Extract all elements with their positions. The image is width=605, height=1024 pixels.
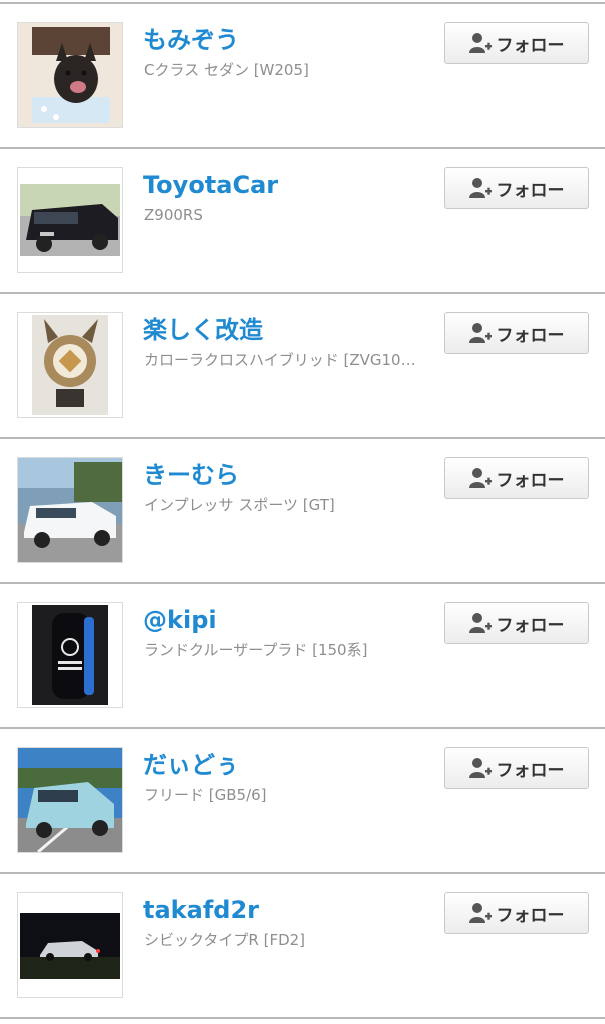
car-name[interactable]: フリード [GB5/6] [144, 785, 434, 805]
user-row: だぃどぅ フリード [GB5/6] フォロー [0, 729, 605, 874]
follow-user-list: もみぞう Cクラス セダン [W205] フォロー ToyotaCar Z900… [0, 4, 605, 1019]
user-avatar[interactable] [17, 312, 123, 418]
user-name[interactable]: @kipi [143, 606, 217, 634]
add-user-icon [468, 178, 492, 198]
user-avatar[interactable] [17, 602, 123, 708]
follow-label: フォロー [496, 180, 565, 201]
follow-button[interactable]: フォロー [444, 457, 589, 499]
user-avatar[interactable] [17, 892, 123, 998]
add-user-icon [468, 323, 492, 343]
user-row: 楽しく改造 カローラクロスハイブリッド [ZVG10… フォロー [0, 294, 605, 439]
follow-button[interactable]: フォロー [444, 602, 589, 644]
follow-button[interactable]: フォロー [444, 892, 589, 934]
add-user-icon [468, 33, 492, 53]
follow-label: フォロー [496, 470, 565, 491]
follow-label: フォロー [496, 760, 565, 781]
car-name[interactable]: Z900RS [144, 205, 434, 225]
user-row: @kipi ランドクルーザープラド [150系] フォロー [0, 584, 605, 729]
user-avatar[interactable] [17, 747, 123, 853]
follow-label: フォロー [496, 615, 565, 636]
user-name[interactable]: もみぞう [143, 26, 239, 54]
car-name[interactable]: ランドクルーザープラド [150系] [144, 640, 434, 660]
follow-label: フォロー [496, 35, 565, 56]
user-row: もみぞう Cクラス セダン [W205] フォロー [0, 4, 605, 149]
user-name[interactable]: ToyotaCar [143, 171, 278, 199]
user-row: takafd2r シビックタイプR [FD2] フォロー [0, 874, 605, 1019]
user-name[interactable]: takafd2r [143, 896, 259, 924]
car-name[interactable]: インプレッサ スポーツ [GT] [144, 495, 434, 515]
car-name[interactable]: Cクラス セダン [W205] [144, 60, 434, 80]
add-user-icon [468, 468, 492, 488]
follow-button[interactable]: フォロー [444, 747, 589, 789]
follow-button[interactable]: フォロー [444, 22, 589, 64]
follow-button[interactable]: フォロー [444, 312, 589, 354]
user-name[interactable]: だぃどぅ [143, 751, 239, 779]
car-name[interactable]: カローラクロスハイブリッド [ZVG10… [144, 350, 434, 370]
follow-button[interactable]: フォロー [444, 167, 589, 209]
add-user-icon [468, 613, 492, 633]
user-name[interactable]: 楽しく改造 [143, 316, 263, 344]
add-user-icon [468, 903, 492, 923]
user-row: きーむら インプレッサ スポーツ [GT] フォロー [0, 439, 605, 584]
follow-label: フォロー [496, 905, 565, 926]
follow-label: フォロー [496, 325, 565, 346]
user-name[interactable]: きーむら [143, 461, 239, 489]
user-avatar[interactable] [17, 457, 123, 563]
car-name[interactable]: シビックタイプR [FD2] [144, 930, 434, 950]
add-user-icon [468, 758, 492, 778]
user-avatar[interactable] [17, 22, 123, 128]
user-avatar[interactable] [17, 167, 123, 273]
user-row: ToyotaCar Z900RS フォロー [0, 149, 605, 294]
